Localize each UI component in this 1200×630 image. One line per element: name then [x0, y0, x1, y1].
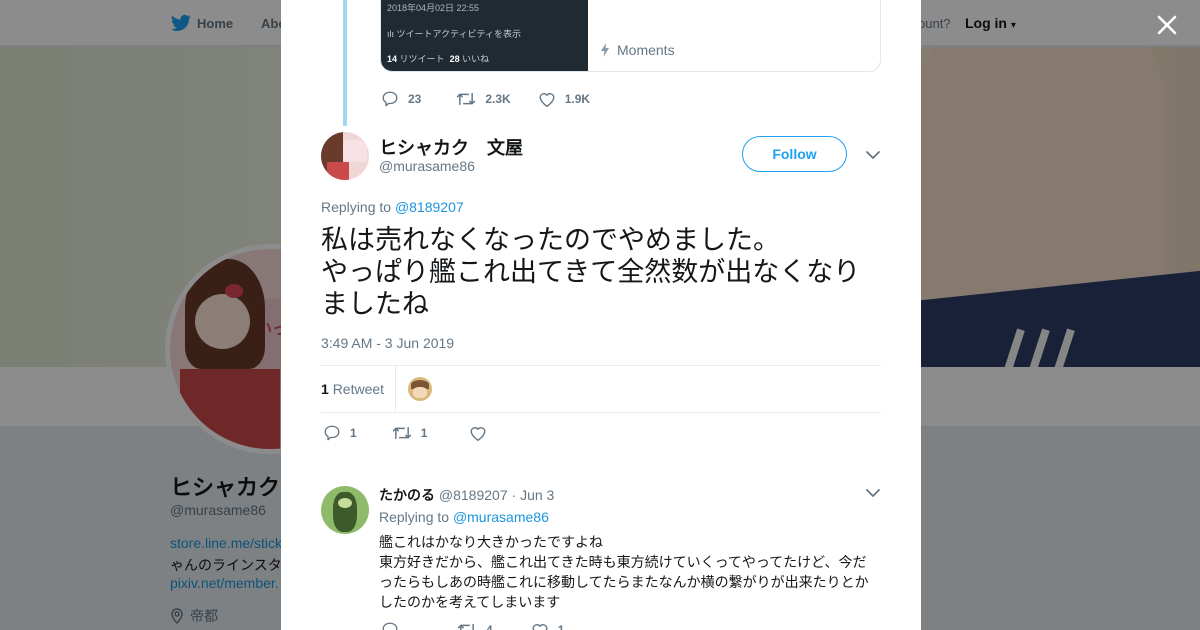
retweet-stat-link[interactable]: 1 Retweet	[321, 381, 384, 397]
replying-prefix: Replying to	[321, 199, 392, 215]
card-screenshot-retweets-label: リツイート	[399, 54, 445, 64]
reply-author-handle[interactable]: @8189207	[439, 487, 508, 503]
avatar-sign	[343, 140, 367, 162]
like-count: 1.9K	[564, 92, 591, 106]
previous-tweet-actions: 23 2.3K 1.9K	[381, 90, 590, 108]
card-screenshot-retweets-value: 14	[387, 54, 398, 64]
heart-icon	[470, 426, 486, 441]
main-tweet-avatar[interactable]	[321, 132, 369, 180]
retweet-button[interactable]: 4	[457, 621, 493, 630]
reply-date[interactable]: Jun 3	[520, 487, 554, 503]
reply-text-line: したのかを考えてしまいます	[379, 594, 561, 610]
reply-text-line: ったらもしあの時艦これに移動してたらまたなんか横の繋がりが出来たりとか	[379, 574, 869, 590]
reply-button[interactable]: 1	[323, 424, 357, 442]
follow-button[interactable]: Follow	[742, 136, 847, 172]
retweet-icon	[392, 426, 411, 440]
retweet-stat-count: 1	[321, 381, 329, 397]
card-screenshot-image: 2018年04月02日 22:55 ılı ツイートアクティビティを表示 14 …	[381, 0, 588, 71]
main-tweet-timestamp[interactable]: 3:49 AM - 3 Jun 2019	[321, 335, 454, 351]
card-screenshot-likes-label: いいね	[462, 54, 490, 64]
reply-tweet-header: たかのる @8189207 · Jun 3	[379, 485, 554, 505]
reply-icon	[382, 622, 398, 630]
avatar-dress	[327, 162, 349, 180]
retweet-stat-label: Retweet	[332, 381, 385, 397]
main-tweet-text: 私は売れなくなったのでやめました。 やっぱり艦これ出てきて全然数が出なくなり ま…	[321, 224, 886, 320]
card-screenshot-stats: 14 リツイート 28 いいね	[387, 52, 489, 65]
moments-label: Moments	[617, 42, 675, 58]
tweet-text-line: やっぱり艦これ出てきて全然数が出なくなり	[321, 257, 861, 287]
reply-tweet-avatar[interactable]	[321, 486, 369, 534]
replying-prefix: Replying to	[379, 509, 450, 525]
main-tweet-author-handle[interactable]: @murasame86	[379, 158, 475, 174]
replying-mention-link[interactable]: @murasame86	[453, 509, 549, 525]
retweet-button[interactable]: 2.3K	[456, 90, 511, 108]
retweeter-avatar[interactable]	[408, 377, 432, 401]
avatar-face	[413, 387, 427, 398]
reply-author-name[interactable]: たかのる	[379, 487, 435, 503]
tweet-stats-row: 1 Retweet	[321, 365, 881, 413]
reply-tweet-text: 艦これはかなり大きかったですよね 東方好きだから、艦これ出てきた時も東方続けてい…	[379, 532, 879, 612]
reply-tweet-replying-to: Replying to @murasame86	[379, 509, 549, 525]
reply-icon	[382, 91, 398, 107]
dot-separator: ·	[511, 487, 517, 503]
retweet-button[interactable]: 1	[392, 424, 428, 442]
avatar-face	[338, 498, 352, 508]
replying-mention-link[interactable]: @8189207	[395, 199, 464, 215]
main-tweet-actions: 1 1	[323, 424, 487, 442]
card-screenshot-likes-value: 28	[449, 54, 460, 64]
like-count: 1	[557, 623, 565, 630]
reply-count: 23	[408, 92, 422, 106]
retweet-count: 4	[486, 623, 493, 630]
retweet-icon	[457, 92, 476, 106]
retweet-icon	[457, 623, 474, 630]
reply-tweet-actions: 4 1	[381, 621, 564, 630]
lightning-bolt-icon	[601, 43, 609, 57]
tweet-text-line: ましたね	[321, 289, 429, 319]
reply-button[interactable]	[381, 621, 399, 630]
moments-label-row: Moments	[601, 42, 675, 58]
main-tweet-author-name[interactable]: ヒシャカク 文屋	[379, 134, 523, 160]
quoted-moment-card[interactable]: 2018年04月02日 22:55 ılı ツイートアクティビティを表示 14 …	[380, 0, 881, 72]
reply-text-line: 艦これはかなり大きかったですよね	[379, 534, 603, 550]
like-button[interactable]: 1.9K	[538, 91, 590, 108]
tweet-text-line: 私は売れなくなったのでやめました。	[321, 225, 780, 255]
thread-connector-line	[343, 0, 347, 126]
retweet-count: 2.3K	[485, 92, 511, 106]
like-button[interactable]: 1	[531, 622, 565, 630]
card-screenshot-date: 2018年04月02日 22:55	[387, 3, 480, 13]
reply-text-line: 東方好きだから、艦これ出てきた時も東方続けていくってやってたけど、今だ	[379, 554, 867, 570]
main-tweet-replying-to: Replying to @8189207	[321, 199, 464, 215]
reply-button[interactable]: 23	[381, 90, 421, 108]
heart-icon	[532, 623, 548, 630]
retweet-count: 1	[420, 426, 428, 440]
close-icon[interactable]	[1155, 13, 1179, 37]
reply-icon	[324, 425, 340, 441]
card-screenshot-activity: ılı ツイートアクティビティを表示	[387, 29, 521, 39]
stats-divider	[395, 366, 396, 412]
reply-count: 1	[350, 426, 357, 440]
chevron-down-icon[interactable]	[866, 488, 880, 498]
chevron-down-icon[interactable]	[866, 150, 880, 160]
like-button[interactable]	[469, 425, 487, 442]
heart-icon	[539, 92, 555, 107]
